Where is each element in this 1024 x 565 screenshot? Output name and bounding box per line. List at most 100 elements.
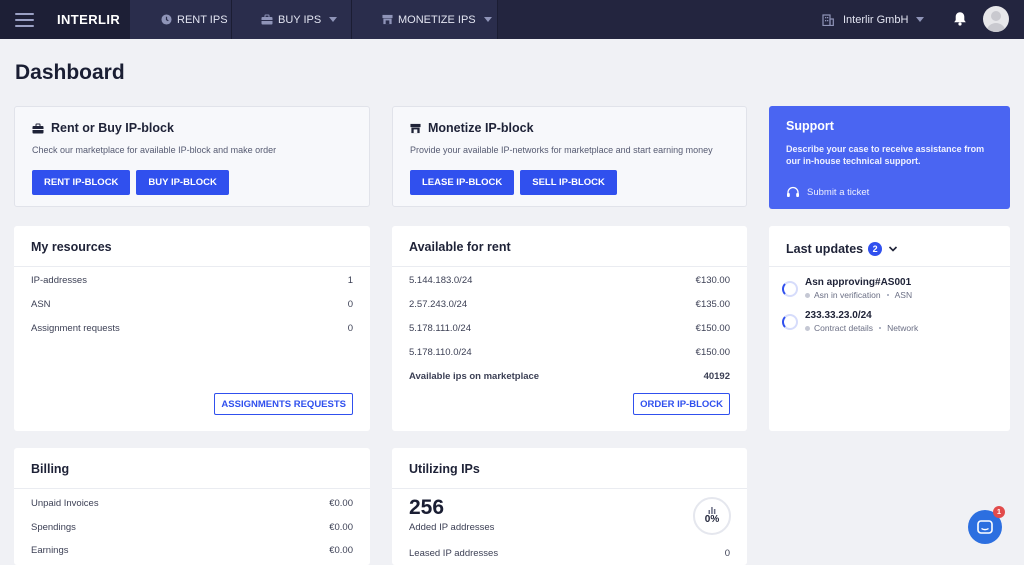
- nav-rent-ips[interactable]: RENT IPS: [130, 0, 232, 39]
- available-for-rent-title: Available for rent: [409, 240, 511, 254]
- nav-buy-ips[interactable]: BUY IPS: [232, 0, 352, 39]
- billing-value: €0.00: [329, 545, 353, 556]
- ip-block-price: €150.00: [695, 323, 730, 334]
- ip-block-label: 5.144.183.0/24: [409, 275, 473, 286]
- buy-ip-block-button[interactable]: BUY IP-BLOCK: [136, 170, 229, 195]
- headset-icon: [787, 186, 799, 197]
- rent-buy-title: Rent or Buy IP-block: [51, 121, 174, 135]
- status-dot: [805, 325, 810, 331]
- billing-label: Earnings: [31, 545, 69, 556]
- available-for-rent-card: Available for rent 5.144.183.0/24 €130.00…: [392, 226, 747, 431]
- billing-row: Earnings €0.00: [31, 545, 353, 556]
- submit-ticket-link[interactable]: Submit a ticket: [786, 186, 993, 199]
- chevron-down-icon: [483, 17, 492, 22]
- support-title: Support: [786, 119, 834, 133]
- update-type: Network: [887, 323, 919, 333]
- company-name: Interlir GmbH: [843, 13, 909, 26]
- resource-row: Assignment requests 0: [31, 323, 353, 334]
- leased-ip-row: Leased IP addresses 0: [409, 548, 730, 559]
- assignments-requests-button[interactable]: ASSIGNMENTS REQUESTS: [214, 393, 353, 415]
- ip-block-price: €150.00: [695, 347, 730, 358]
- utilization-ring: 0%: [693, 497, 731, 535]
- billing-value: €0.00: [329, 522, 353, 533]
- billing-card: Billing Unpaid Invoices €0.00 Spendings €0…: [14, 448, 370, 565]
- chevron-down-icon: [329, 17, 338, 22]
- chat-launcher-button[interactable]: 1: [968, 506, 1005, 544]
- marketplace-total-label: Available ips on marketplace: [409, 371, 540, 382]
- my-resources-title: My resources: [31, 240, 112, 254]
- marketplace-total-value: 40192: [703, 371, 730, 382]
- update-item[interactable]: 233.33.23.0/24 Contract details Network: [782, 310, 918, 333]
- nav-monetize-ips-label: MONETIZE IPS: [398, 13, 476, 26]
- divider: [14, 266, 370, 267]
- billing-label: Unpaid Invoices: [31, 498, 99, 509]
- lease-ip-block-button[interactable]: LEASE IP-BLOCK: [410, 170, 515, 195]
- support-description: Describe your case to receive assistance…: [786, 144, 985, 166]
- update-title: 233.33.23.0/24: [805, 310, 872, 321]
- update-status: Contract details: [814, 323, 874, 333]
- added-ip-count: 256: [409, 496, 445, 519]
- rent-row[interactable]: 5.178.111.0/24 €150.00: [409, 323, 730, 334]
- ip-block-label: 2.57.243.0/24: [409, 299, 468, 310]
- update-title: Asn approving#AS001: [805, 277, 912, 288]
- rent-row[interactable]: 5.144.183.0/24 €130.00: [409, 275, 730, 286]
- rent-row[interactable]: 2.57.243.0/24 €135.00: [409, 299, 730, 310]
- brand-logo[interactable]: INTERLIR: [57, 12, 120, 27]
- billing-row: Spendings €0.00: [31, 522, 353, 533]
- last-updates-card: Last updates 2 Asn approving#AS001 Asn i…: [769, 226, 1010, 431]
- nav-monetize-ips[interactable]: MONETIZE IPS: [352, 0, 498, 39]
- chevron-down-icon: [916, 17, 925, 22]
- utilizing-ips-title: Utilizing IPs: [409, 462, 480, 476]
- support-card: Support Describe your case to receive as…: [769, 106, 1010, 209]
- monetize-title: Monetize IP-block: [428, 121, 534, 135]
- last-updates-header[interactable]: Last updates 2: [786, 242, 905, 256]
- resource-label: IP-addresses: [31, 275, 87, 286]
- brand-zone: INTERLIR: [0, 0, 130, 39]
- separator-dot: [879, 327, 882, 329]
- chevron-down-icon: [889, 246, 898, 252]
- resource-row: IP-addresses 1: [31, 275, 353, 286]
- sell-ip-block-button[interactable]: SELL IP-BLOCK: [520, 170, 617, 195]
- nav-rent-ips-label: RENT IPS: [177, 13, 228, 26]
- billing-label: Spendings: [31, 522, 76, 533]
- billing-title: Billing: [31, 462, 70, 476]
- resource-value: 1: [347, 275, 353, 286]
- utilization-percent: 0%: [704, 514, 720, 525]
- order-ip-block-button[interactable]: ORDER IP-BLOCK: [633, 393, 730, 415]
- resource-row: ASN 0: [31, 299, 353, 310]
- rent-row[interactable]: 5.178.110.0/24 €150.00: [409, 347, 730, 358]
- chat-icon: [977, 519, 993, 534]
- update-item[interactable]: Asn approving#AS001 Asn in verification A…: [782, 277, 912, 300]
- separator-dot: [886, 294, 889, 296]
- top-navbar: INTERLIR RENT IPS BUY IPS MONETIZE IPS I…: [0, 0, 1024, 39]
- company-switcher[interactable]: Interlir GmbH: [822, 0, 925, 39]
- billing-row: Unpaid Invoices €0.00: [31, 498, 353, 509]
- rent-buy-header: Rent or Buy IP-block: [32, 121, 352, 135]
- rent-ip-block-button[interactable]: RENT IP-BLOCK: [32, 170, 131, 195]
- ip-block-label: 5.178.111.0/24: [409, 323, 471, 334]
- menu-icon[interactable]: [15, 12, 34, 27]
- avatar[interactable]: [983, 6, 1009, 32]
- rent-buy-card: Rent or Buy IP-block Check our marketpla…: [14, 106, 370, 207]
- leased-ip-value: 0: [724, 548, 730, 559]
- resource-label: Assignment requests: [31, 323, 120, 334]
- status-dot: [805, 292, 810, 298]
- bell-icon[interactable]: [953, 11, 967, 26]
- billing-value: €0.00: [329, 498, 353, 509]
- monetize-description: Provide your available IP-networks for m…: [410, 145, 713, 155]
- divider: [392, 488, 747, 489]
- briefcase-icon: [32, 123, 44, 133]
- page-title: Dashboard: [15, 61, 125, 84]
- monetize-header: Monetize IP-block: [410, 121, 729, 135]
- store-icon: [410, 123, 421, 133]
- clock-icon: [161, 14, 172, 25]
- briefcase-icon: [261, 14, 273, 25]
- marketplace-total-row: Available ips on marketplace 40192: [409, 371, 730, 382]
- store-icon: [382, 14, 393, 25]
- loading-spinner-icon: [782, 281, 798, 297]
- last-updates-title: Last updates: [786, 242, 864, 256]
- divider: [392, 266, 747, 267]
- nav-buy-ips-label: BUY IPS: [278, 13, 322, 26]
- updates-count-badge: 2: [868, 242, 883, 256]
- monetize-card: Monetize IP-block Provide your available…: [392, 106, 747, 207]
